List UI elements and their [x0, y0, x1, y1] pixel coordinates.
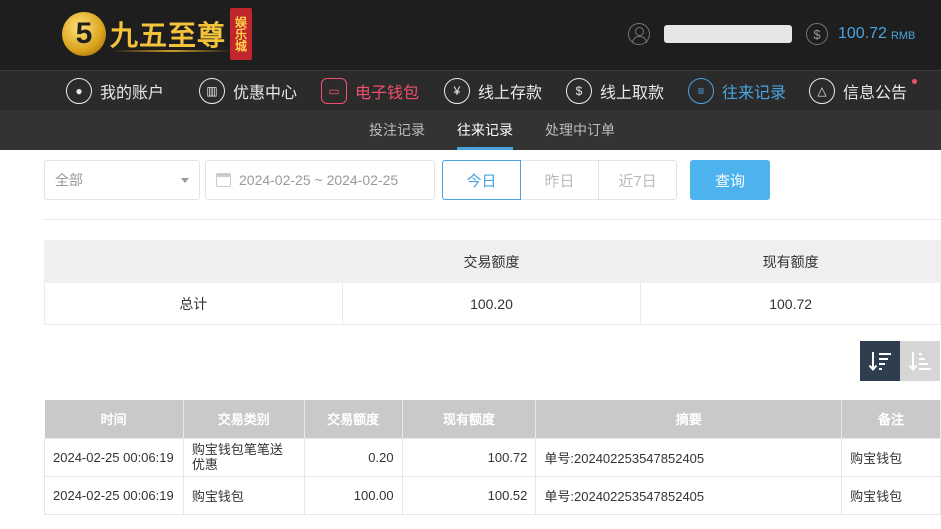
sort-ascending-button[interactable] [900, 341, 940, 381]
nav-label: 我的账户 [100, 85, 165, 102]
cell-note: 购宝钱包 [841, 437, 941, 477]
balance-info: $ 100.72 RMB [806, 21, 915, 47]
date-range-input[interactable]: 2024-02-25 ~ 2024-02-25 [205, 160, 435, 200]
logo-mark: 5 [62, 12, 106, 56]
summary-header-transaction: 交易额度 [341, 240, 642, 283]
col-type: 交易类别 [183, 400, 305, 438]
yesterday-button[interactable]: 昨日 [520, 160, 599, 200]
col-time: 时间 [44, 400, 184, 438]
deposit-icon: ¥ [444, 78, 470, 104]
last-7-days-button[interactable]: 近7日 [598, 160, 677, 200]
username-redacted: hidden-user [664, 25, 792, 43]
table-row: 2024-02-25 00:06:19 购宝钱包 100.00 100.52 单… [44, 475, 941, 515]
summary-total-label: 总计 [44, 282, 343, 325]
calendar-icon [216, 173, 231, 187]
date-range-value: 2024-02-25 ~ 2024-02-25 [239, 172, 399, 188]
user-info[interactable]: hidden-user [628, 22, 792, 46]
cell-type: 购宝钱包 [182, 475, 305, 515]
tab-pending-orders[interactable]: 处理中订单 [545, 110, 615, 150]
cell-time: 2024-02-25 00:06:19 [44, 475, 184, 515]
col-note: 备注 [841, 400, 941, 438]
nav-my-account[interactable]: ● 我的账户 [66, 76, 164, 106]
balance-currency: RMB [890, 29, 916, 42]
nav-announcements[interactable]: △ 信息公告 [809, 76, 918, 106]
summary-current-balance: 100.72 [640, 282, 941, 325]
nav-label: 信息公告 [843, 85, 908, 102]
cell-type: 购宝钱包笔笔送优惠 [182, 437, 305, 477]
cell-amount: 0.20 [303, 437, 403, 477]
cell-summary: 单号:202402253547852405 [535, 437, 843, 477]
today-button[interactable]: 今日 [442, 160, 521, 200]
sort-descending-button[interactable] [860, 341, 900, 381]
quick-date-group: 今日 昨日 近7日 [442, 160, 677, 200]
type-select[interactable]: 全部 [44, 160, 200, 200]
sub-nav: 投注记录 往来记录 处理中订单 [0, 110, 941, 150]
records-table: 时间 交易类别 交易额度 现有额度 摘要 备注 2024-02-25 00:06… [44, 400, 941, 515]
nav-label: 电子钱包 [355, 85, 420, 102]
type-select-value: 全部 [55, 172, 83, 188]
dollar-coin-icon: $ [806, 23, 828, 45]
sort-ascending-icon [908, 352, 931, 372]
withdraw-icon: $ [566, 78, 592, 104]
tab-transaction-records[interactable]: 往来记录 [457, 110, 513, 150]
logo-ornament [112, 50, 232, 52]
summary-transaction-total: 100.20 [341, 282, 642, 325]
notification-dot [912, 79, 918, 84]
cell-note: 购宝钱包 [841, 475, 941, 515]
cell-summary: 单号:202402253547852405 [535, 475, 843, 515]
nav-label: 线上取款 [600, 85, 665, 102]
cell-balance: 100.52 [401, 475, 537, 515]
logo-tag: 娱乐城 [230, 8, 253, 60]
col-summary: 摘要 [535, 400, 843, 438]
summary-header-balance: 现有额度 [640, 240, 941, 283]
nav-promotions[interactable]: ▥ 优惠中心 [199, 76, 297, 106]
records-icon: ≡ [688, 78, 714, 104]
nav-label: 线上存款 [478, 85, 543, 102]
main-nav: ● 我的账户 ▥ 优惠中心 ▭ 电子钱包 ¥ 线上存款 $ 线上取款 ≡ 往来记… [0, 70, 941, 110]
summary-table: 交易额度 现有额度 总计 100.20 100.72 [44, 240, 941, 325]
wallet-icon: ▭ [321, 78, 347, 104]
nav-e-wallet[interactable]: ▭ 电子钱包 [321, 76, 419, 106]
table-row: 2024-02-25 00:06:19 购宝钱包笔笔送优惠 0.20 100.7… [44, 437, 941, 477]
divider [44, 219, 941, 220]
site-logo[interactable]: 5 九五至尊 娱乐城 [62, 6, 253, 62]
nav-label: 往来记录 [722, 85, 787, 102]
nav-label: 优惠中心 [233, 85, 298, 102]
balance-value: 100.72 [838, 25, 887, 42]
top-header: 5 九五至尊 娱乐城 hidden-user $ 100.72 RMB [0, 0, 941, 70]
sort-descending-icon [868, 352, 891, 372]
tab-bet-records[interactable]: 投注记录 [369, 110, 425, 150]
col-amount: 交易额度 [304, 400, 403, 438]
cell-time: 2024-02-25 00:06:19 [44, 437, 184, 477]
user-icon: ● [66, 78, 92, 104]
nav-records[interactable]: ≡ 往来记录 [688, 76, 786, 106]
col-balance: 现有额度 [402, 400, 537, 438]
bell-icon: △ [809, 78, 835, 104]
cell-amount: 100.00 [303, 475, 403, 515]
nav-withdraw[interactable]: $ 线上取款 [566, 76, 664, 106]
gift-icon: ▥ [199, 78, 225, 104]
chevron-down-icon [181, 178, 189, 183]
cell-balance: 100.72 [401, 437, 537, 477]
summary-header-blank [44, 240, 343, 283]
nav-deposit[interactable]: ¥ 线上存款 [444, 76, 542, 106]
logo-name: 九五至尊 [110, 19, 227, 52]
user-avatar-icon [628, 23, 650, 45]
query-button[interactable]: 查询 [690, 160, 770, 200]
